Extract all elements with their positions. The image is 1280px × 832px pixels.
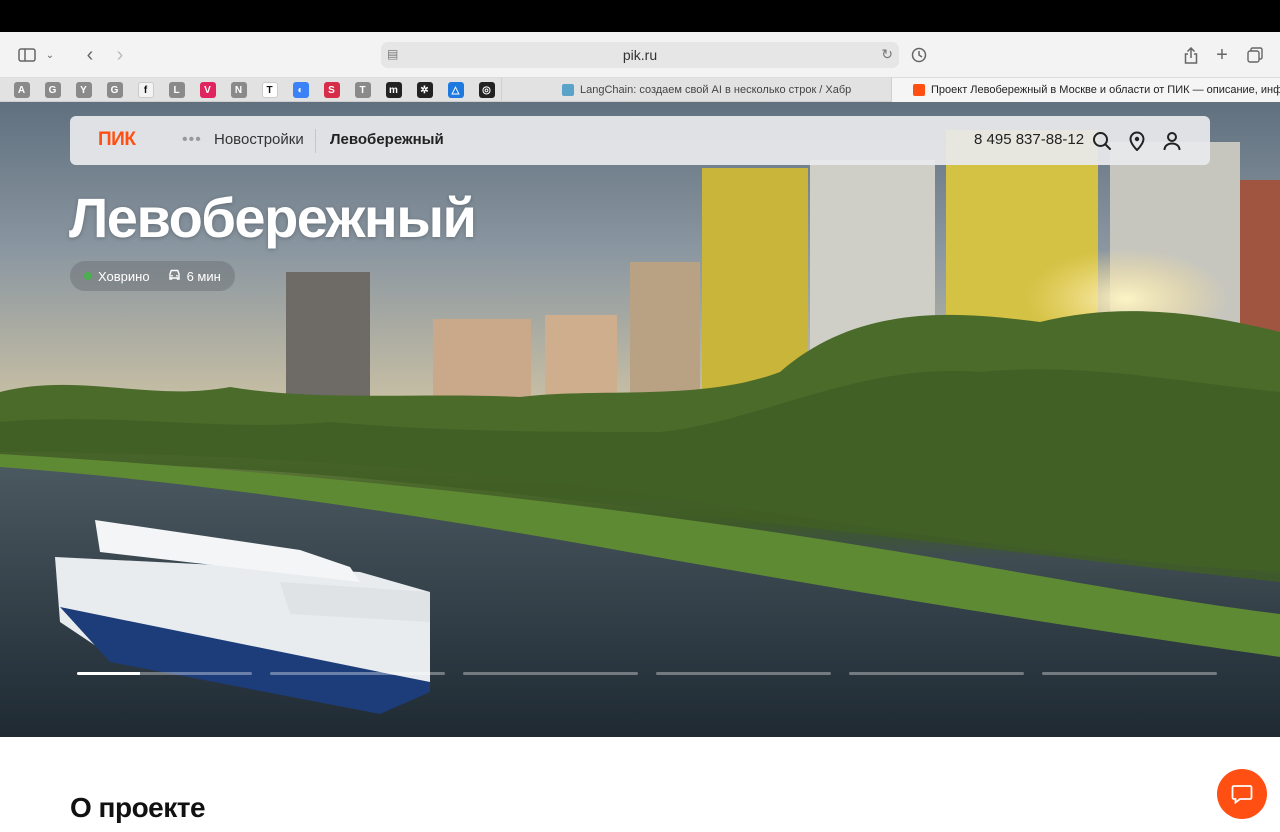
pinned-tab-icon[interactable]: N	[230, 82, 247, 98]
page-icon: ▤	[387, 47, 399, 61]
back-button[interactable]: ‹	[80, 41, 100, 69]
pinned-tab-icon[interactable]: S	[323, 82, 340, 98]
url-bar[interactable]: ▤ pik.ru ↻	[381, 42, 899, 68]
reload-icon[interactable]: ↻	[881, 46, 893, 63]
share-icon[interactable]	[1180, 41, 1202, 69]
sidebar-toggle-icon[interactable]	[16, 41, 38, 69]
pinned-tab-icon[interactable]: A	[13, 82, 30, 98]
slide-indicator[interactable]	[270, 672, 445, 675]
history-icon[interactable]	[908, 41, 930, 69]
about-section: О проекте	[0, 737, 1280, 832]
pinned-tab-icon[interactable]: △	[447, 82, 464, 98]
pik-logo[interactable]: ПИК	[98, 129, 136, 151]
slide-indicator-fill	[77, 672, 140, 675]
car-icon	[168, 269, 181, 284]
browser-toolbar: ⌄ ‹ › ▤ pik.ru ↻ +	[0, 32, 1280, 78]
slide-indicator[interactable]	[463, 672, 638, 675]
tab-bar: A G Y Gf L V N T ◐ S Tm ✲ △ ◎ LangChain: создаем свой…	[0, 78, 1280, 102]
hero-banner: ПИК ••• Новостройки Левобережный 8 495 8…	[0, 102, 1280, 737]
tab-langchain[interactable]: LangChain: создаем свой AI в несколько с…	[501, 78, 891, 102]
breadcrumb-more-icon[interactable]: •••	[182, 131, 202, 149]
pik-favicon-icon	[913, 84, 925, 96]
pinned-tabs: A G Y Gf L V N T ◐ S Tm ✲ △ ◎	[0, 78, 502, 102]
phone-number[interactable]: 8 495 837-88-12	[974, 131, 1084, 148]
metro-badge: Ховрино 6 мин	[70, 261, 235, 291]
hero-title: Левобережный	[69, 186, 477, 249]
pinned-tab-icon[interactable]: G	[106, 82, 123, 98]
pinned-tab-icon[interactable]: ◎	[478, 82, 495, 98]
new-tab-icon[interactable]: +	[1211, 41, 1233, 69]
pinned-tab-icon[interactable]: Y	[75, 82, 92, 98]
pinned-tab-icon[interactable]: ◐	[292, 82, 309, 98]
chat-bubble-icon	[1231, 785, 1253, 804]
macos-menubar	[0, 0, 1280, 32]
breadcrumb-current: Левобережный	[330, 131, 444, 148]
tab-overview-icon[interactable]	[1244, 41, 1266, 69]
metro-line-dot-icon	[84, 272, 92, 280]
slide-indicator[interactable]	[77, 672, 252, 675]
slide-indicator[interactable]	[849, 672, 1024, 675]
forward-button[interactable]: ›	[110, 41, 130, 69]
metro-station: Ховрино	[98, 268, 150, 284]
slide-indicator[interactable]	[656, 672, 831, 675]
site-header: ПИК ••• Новостройки Левобережный 8 495 8…	[70, 116, 1210, 165]
tab-label: Проект Левобережный в Москве и области о…	[931, 84, 1280, 96]
location-pin-icon[interactable]	[1126, 130, 1148, 152]
chevron-down-icon[interactable]: ⌄	[44, 41, 56, 69]
pinned-tab-icon[interactable]: f	[137, 82, 154, 98]
pinned-tab-icon[interactable]: ✲	[416, 82, 433, 98]
tab-pik-project[interactable]: Проект Левобережный в Москве и области о…	[891, 78, 1280, 102]
pinned-tab-icon[interactable]: G	[44, 82, 61, 98]
pinned-tab-icon[interactable]: V	[199, 82, 216, 98]
user-icon[interactable]	[1161, 130, 1183, 152]
slide-indicator[interactable]	[1042, 672, 1217, 675]
tab-label: LangChain: создаем свой AI в несколько с…	[580, 84, 852, 96]
travel-time: 6 мин	[186, 268, 221, 284]
chat-button[interactable]	[1217, 769, 1267, 819]
pinned-tab-icon[interactable]: T	[261, 82, 278, 98]
pinned-tab-icon[interactable]: T	[354, 82, 371, 98]
section-title: О проекте	[70, 792, 206, 823]
search-icon[interactable]	[1091, 130, 1113, 152]
pinned-tab-icon[interactable]: m	[385, 82, 402, 98]
pinned-tab-icon[interactable]: L	[168, 82, 185, 98]
breadcrumb-novostroyki[interactable]: Новостройки	[214, 131, 304, 148]
url-text: pik.ru	[622, 47, 658, 63]
breadcrumb-divider	[315, 129, 316, 153]
habr-favicon-icon	[562, 84, 574, 96]
